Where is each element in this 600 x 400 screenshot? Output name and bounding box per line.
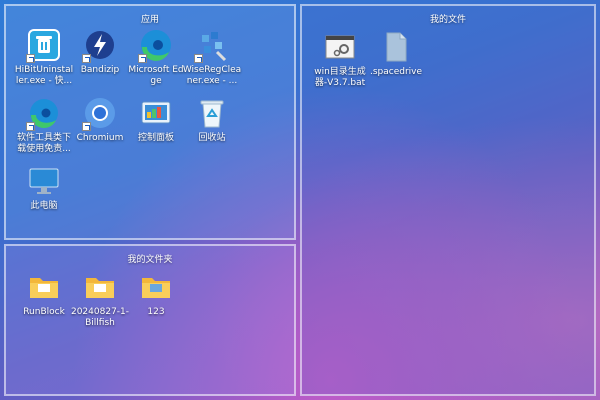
- fence-title: 我的文件夹: [127, 255, 173, 265]
- icon-label: Microsoft Edge: [128, 65, 184, 86]
- shortcut-arrow-icon: [194, 54, 203, 63]
- batch-file-icon: [323, 30, 357, 64]
- icon-label: HiBitUninstaller.exe - 快...: [14, 65, 74, 86]
- desktop-icon-recycle-bin[interactable]: 回收站: [182, 96, 242, 144]
- desktop-icon-edge[interactable]: Microsoft Edge: [126, 28, 186, 87]
- fence-title: 我的文件: [429, 15, 466, 25]
- monitor-icon: [27, 164, 61, 198]
- wise-reg-cleaner-icon: [194, 28, 229, 63]
- shortcut-arrow-icon: [26, 54, 35, 63]
- shortcut-arrow-icon: [82, 54, 91, 63]
- desktop-file-bat[interactable]: win目录生成器-V3.7.bat: [310, 30, 370, 89]
- chromium-icon: [82, 96, 117, 131]
- desktop-file-spacedrive[interactable]: .spacedrive: [366, 30, 426, 78]
- control-panel-icon: [139, 96, 173, 130]
- icon-label: WiseRegCleaner.exe - ...: [182, 65, 242, 86]
- desktop-folder-runblock[interactable]: RunBlock: [14, 270, 74, 318]
- icon-label: Chromium: [76, 133, 124, 143]
- desktop-icon-chromium[interactable]: Chromium: [70, 96, 130, 144]
- icon-label: 控制面板: [137, 133, 174, 143]
- edge-icon: [138, 28, 173, 63]
- icon-label: RunBlock: [23, 307, 65, 317]
- edge-document-icon: [26, 96, 61, 131]
- desktop-icon-this-pc[interactable]: 此电脑: [14, 164, 74, 212]
- icon-label: 123: [147, 307, 165, 317]
- desktop-icon-bandizip[interactable]: Bandizip: [70, 28, 130, 76]
- folder-icon: [139, 270, 173, 304]
- recycle-bin-icon: [195, 96, 229, 130]
- desktop-icon-control-panel[interactable]: 控制面板: [126, 96, 186, 144]
- desktop-folder-billfish[interactable]: 20240827-1-Billfish: [70, 270, 130, 329]
- shortcut-arrow-icon: [26, 122, 35, 131]
- icon-label: Bandizip: [80, 65, 120, 75]
- folder-icon: [83, 270, 117, 304]
- desktop-icon-hibituninstaller[interactable]: HiBitUninstaller.exe - 快...: [14, 28, 74, 87]
- shortcut-arrow-icon: [82, 122, 91, 131]
- desktop-icon-disclaimer[interactable]: 软件工具类下载使用免责...: [14, 96, 74, 155]
- fence-apps[interactable]: 应用 HiBitUninstaller.exe - 快... Bandizip: [4, 4, 296, 240]
- fence-title: 应用: [140, 15, 159, 25]
- icon-label: 此电脑: [30, 201, 58, 211]
- icon-label: 回收站: [198, 133, 226, 143]
- desktop-folder-123[interactable]: 123: [126, 270, 186, 318]
- fence-files[interactable]: 我的文件 win目录生成器-V3.7.bat .spacedrive: [300, 4, 596, 396]
- bandizip-icon: [82, 28, 117, 63]
- icon-label: .spacedrive: [369, 67, 423, 77]
- icon-label: 软件工具类下载使用免责...: [16, 133, 71, 154]
- icon-label: win目录生成器-V3.7.bat: [314, 67, 366, 88]
- folder-icon: [27, 270, 61, 304]
- shortcut-arrow-icon: [138, 54, 147, 63]
- desktop-icon-wiseregcleaner[interactable]: WiseRegCleaner.exe - ...: [182, 28, 242, 87]
- fence-folders[interactable]: 我的文件夹 RunBlock 20240827-1-Billfish 123: [4, 244, 296, 396]
- hibit-uninstaller-icon: [26, 28, 61, 63]
- file-icon: [379, 30, 413, 64]
- icon-label: 20240827-1-Billfish: [70, 307, 130, 328]
